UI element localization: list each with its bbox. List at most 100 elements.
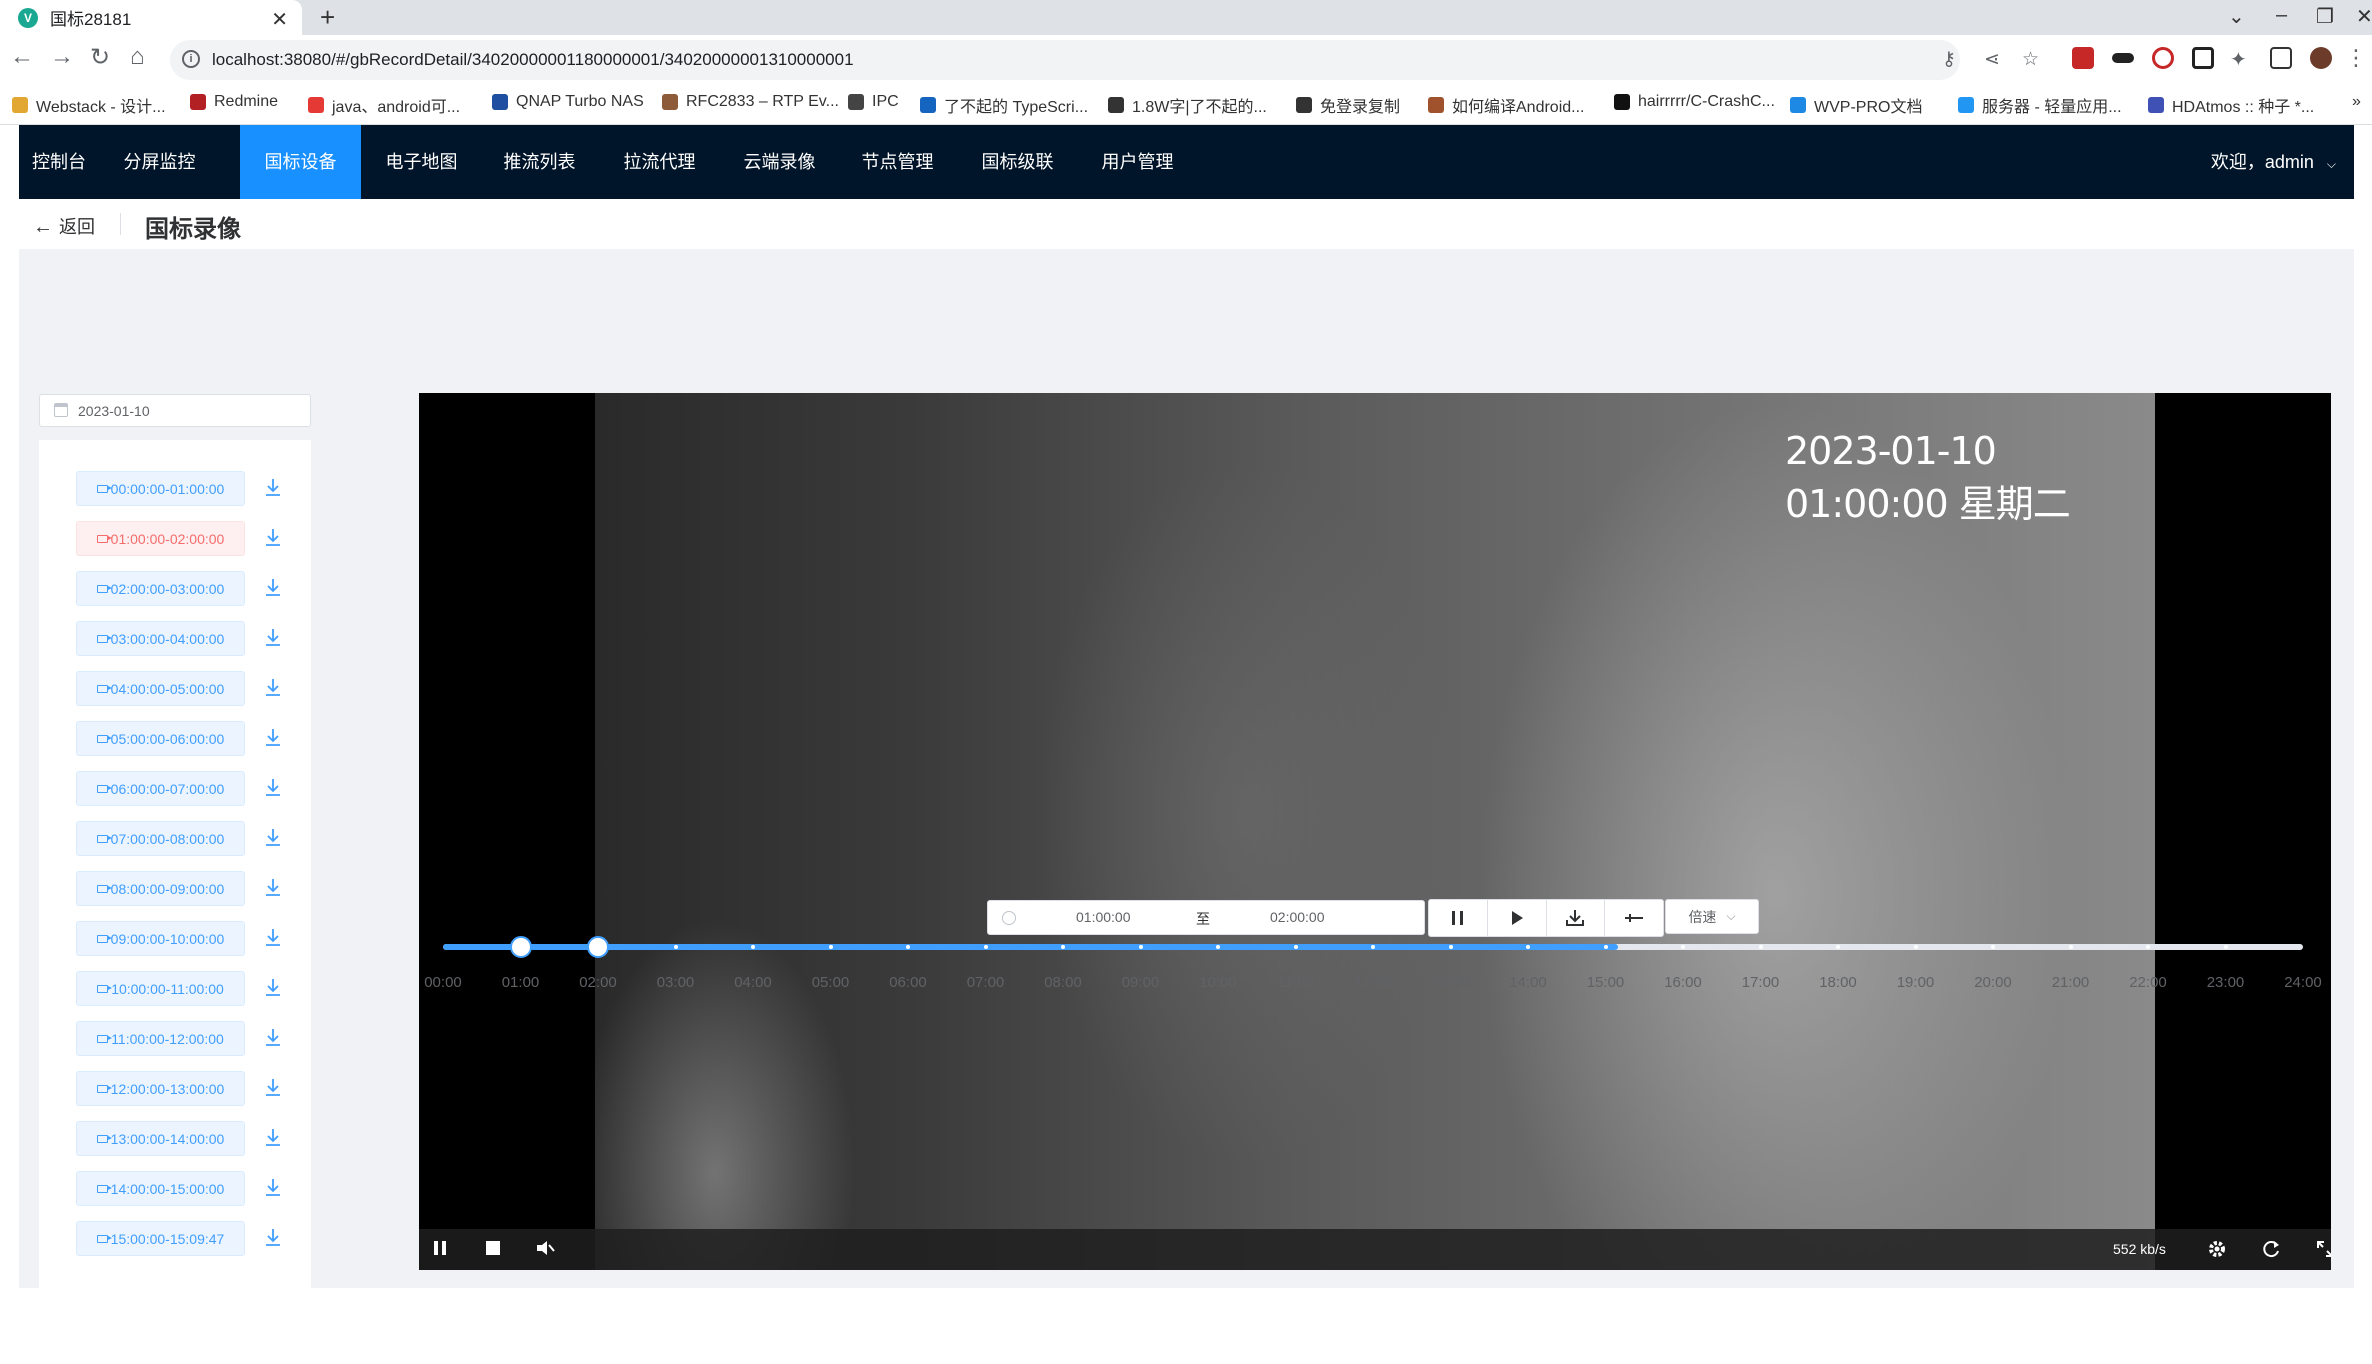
- start-time-input[interactable]: 01:00:00: [1076, 909, 1131, 925]
- download-icon[interactable]: [263, 727, 283, 749]
- bookmark-item[interactable]: WVP-PRO文档: [1790, 93, 1922, 117]
- timeline-slider[interactable]: [443, 936, 2303, 958]
- timeline-end-handle[interactable]: [587, 936, 609, 958]
- address-bar[interactable]: i localhost:38080/#/gbRecordDetail/34020…: [170, 40, 2039, 80]
- key-icon[interactable]: ⚷: [1942, 48, 1956, 71]
- bookmark-item[interactable]: java、android可...: [308, 93, 460, 117]
- download-icon[interactable]: [263, 477, 283, 499]
- download-icon[interactable]: [263, 677, 283, 699]
- refresh-icon[interactable]: [2261, 1239, 2281, 1259]
- play-button[interactable]: [1488, 900, 1547, 936]
- download-icon[interactable]: [263, 1077, 283, 1099]
- profile-avatar-icon[interactable]: [2310, 47, 2332, 69]
- tab-close-icon[interactable]: ✕: [271, 7, 288, 32]
- back-button[interactable]: ← 返回: [33, 213, 95, 239]
- nav-item[interactable]: 用户管理: [1077, 125, 1198, 199]
- browser-tab[interactable]: V 国标28181 ✕: [0, 0, 302, 35]
- record-segment-button[interactable]: 03:00:00-04:00:00: [76, 621, 245, 656]
- back-nav-icon[interactable]: ←: [10, 43, 34, 71]
- forward-nav-icon[interactable]: →: [50, 43, 74, 71]
- timeline-start-handle[interactable]: [509, 936, 532, 958]
- nav-item[interactable]: 控制台: [19, 125, 99, 199]
- new-tab-icon[interactable]: +: [320, 2, 335, 33]
- video-player[interactable]: 2023-01-10 01:00:00 星期二 552 kb/s: [419, 393, 2331, 1270]
- settings-icon[interactable]: [2207, 1239, 2227, 1259]
- bookmark-item[interactable]: RFC2833 – RTP Ev...: [662, 93, 839, 111]
- site-info-icon[interactable]: i: [182, 50, 200, 68]
- menu-kebab-icon[interactable]: ⋮: [2345, 45, 2367, 71]
- time-range-picker[interactable]: 01:00:00 至 02:00:00: [987, 900, 1425, 935]
- bookmark-item[interactable]: hairrrrr/C-CrashC...: [1614, 93, 1775, 111]
- record-segment-button[interactable]: 02:00:00-03:00:00: [76, 571, 245, 606]
- bookmark-item[interactable]: 了不起的 TypeScri...: [920, 93, 1088, 117]
- minimize-icon[interactable]: –: [2276, 4, 2287, 27]
- pause-icon[interactable]: [433, 1239, 447, 1257]
- bookmark-item[interactable]: Webstack - 设计...: [12, 93, 166, 117]
- record-segment-button[interactable]: 04:00:00-05:00:00: [76, 671, 245, 706]
- download-icon[interactable]: [263, 777, 283, 799]
- bookmark-item[interactable]: 免登录复制: [1296, 93, 1400, 117]
- speed-dropdown[interactable]: 倍速 ⌵: [1665, 899, 1759, 934]
- mute-icon[interactable]: [535, 1239, 555, 1257]
- stop-icon[interactable]: [484, 1239, 502, 1257]
- bookmark-item[interactable]: 1.8W字|了不起的...: [1108, 93, 1267, 117]
- url-text[interactable]: localhost:38080/#/gbRecordDetail/3402000…: [212, 50, 854, 70]
- bookmark-item[interactable]: HDAtmos :: 种子 *...: [2148, 93, 2314, 117]
- download-icon[interactable]: [263, 627, 283, 649]
- download-icon[interactable]: [263, 927, 283, 949]
- nav-item[interactable]: 电子地图: [361, 125, 482, 199]
- download-icon[interactable]: [263, 977, 283, 999]
- side-panel-icon[interactable]: [2270, 47, 2292, 69]
- record-segment-button[interactable]: 08:00:00-09:00:00: [76, 871, 245, 906]
- share-icon[interactable]: ⋖: [1984, 48, 2000, 71]
- bookmark-item[interactable]: 服务器 - 轻量应用...: [1958, 93, 2122, 117]
- nav-item[interactable]: 推流列表: [479, 125, 600, 199]
- record-segment-button[interactable]: 14:00:00-15:00:00: [76, 1171, 245, 1206]
- download-icon[interactable]: [263, 877, 283, 899]
- download-button[interactable]: [1547, 900, 1606, 936]
- nav-item[interactable]: 拉流代理: [599, 125, 720, 199]
- date-picker[interactable]: 2023-01-10: [39, 394, 311, 427]
- tab-search-chevron-icon[interactable]: ⌄: [2228, 4, 2245, 29]
- download-icon[interactable]: [263, 827, 283, 849]
- bookmark-item[interactable]: 如何编译Android...: [1428, 93, 1585, 117]
- download-icon[interactable]: [263, 1177, 283, 1199]
- extension-square-icon[interactable]: [2192, 47, 2214, 69]
- extensions-puzzle-icon[interactable]: ✦: [2230, 47, 2247, 72]
- download-icon[interactable]: [263, 1227, 283, 1249]
- pause-button[interactable]: [1429, 900, 1488, 936]
- user-menu[interactable]: 欢迎，admin ⌵: [2211, 125, 2336, 199]
- record-segment-button[interactable]: 05:00:00-06:00:00: [76, 721, 245, 756]
- bookmark-item[interactable]: IPC: [848, 93, 899, 111]
- record-segment-button[interactable]: 10:00:00-11:00:00: [76, 971, 245, 1006]
- reload-icon[interactable]: ↻: [90, 43, 110, 72]
- record-segment-button[interactable]: 12:00:00-13:00:00: [76, 1071, 245, 1106]
- bookmark-item[interactable]: Redmine: [190, 93, 278, 111]
- download-icon[interactable]: [263, 527, 283, 549]
- record-segment-button[interactable]: 15:00:00-15:09:47: [76, 1221, 245, 1256]
- bookmark-star-icon[interactable]: ☆: [2022, 48, 2039, 71]
- extension-js-icon[interactable]: [2072, 47, 2094, 69]
- extension-glasses-icon[interactable]: [2112, 53, 2134, 63]
- record-segment-button[interactable]: 11:00:00-12:00:00: [76, 1021, 245, 1056]
- restore-icon[interactable]: ❐: [2316, 4, 2334, 29]
- window-close-icon[interactable]: ✕: [2356, 4, 2372, 29]
- fullscreen-icon[interactable]: [2315, 1239, 2331, 1259]
- bookmarks-overflow-icon[interactable]: »: [2352, 93, 2361, 111]
- download-icon[interactable]: [263, 1027, 283, 1049]
- download-icon[interactable]: [263, 577, 283, 599]
- record-segment-button[interactable]: 01:00:00-02:00:00: [76, 521, 245, 556]
- date-value[interactable]: 2023-01-10: [78, 403, 150, 419]
- nav-item[interactable]: 国标级联: [957, 125, 1078, 199]
- home-icon[interactable]: ⌂: [130, 43, 145, 71]
- record-segment-button[interactable]: 09:00:00-10:00:00: [76, 921, 245, 956]
- clip-button[interactable]: [1605, 900, 1663, 936]
- record-segment-button[interactable]: 13:00:00-14:00:00: [76, 1121, 245, 1156]
- record-segment-button[interactable]: 00:00:00-01:00:00: [76, 471, 245, 506]
- bookmark-item[interactable]: QNAP Turbo NAS: [492, 93, 644, 111]
- nav-item[interactable]: 国标设备: [240, 125, 361, 199]
- download-icon[interactable]: [263, 1127, 283, 1149]
- record-segment-button[interactable]: 07:00:00-08:00:00: [76, 821, 245, 856]
- extension-block-icon[interactable]: [2152, 47, 2174, 69]
- record-segment-button[interactable]: 06:00:00-07:00:00: [76, 771, 245, 806]
